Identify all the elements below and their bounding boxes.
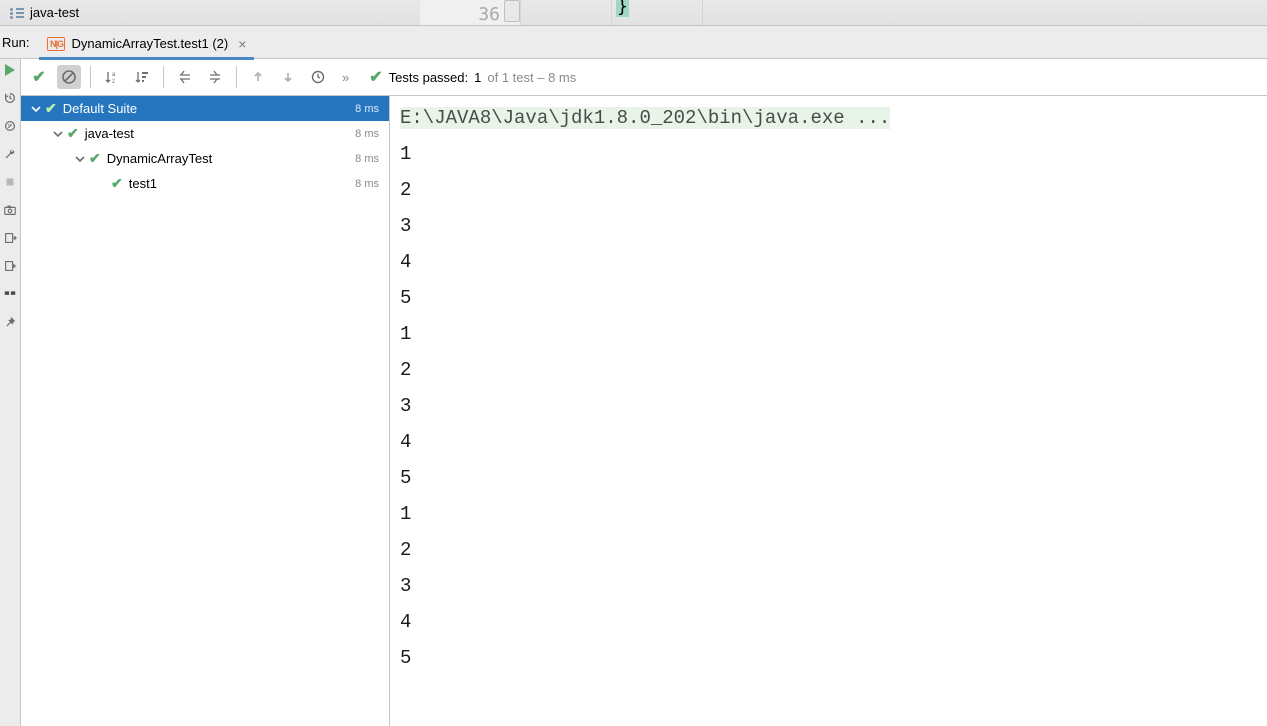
sort-duration-button[interactable] bbox=[130, 65, 154, 89]
show-passed-button[interactable]: ✔ bbox=[27, 65, 51, 89]
console-line: 2 bbox=[400, 172, 1257, 208]
project-tab-label: java-test bbox=[30, 5, 79, 20]
console-line: 4 bbox=[400, 244, 1257, 280]
console-line: 2 bbox=[400, 532, 1257, 568]
tree-node-time: 8 ms bbox=[355, 178, 379, 190]
run-tool-window: ✔ az » ✔ Tests passed: 1 of 1 test – 8 m… bbox=[0, 59, 1267, 726]
console-line: 5 bbox=[400, 280, 1257, 316]
console-line: 3 bbox=[400, 208, 1257, 244]
tree-node-time: 8 ms bbox=[355, 153, 379, 165]
test-tree[interactable]: ✔ Default Suite 8 ms ✔ java-test 8 ms ✔ Dynamic… bbox=[21, 96, 390, 726]
chevron-down-icon[interactable] bbox=[71, 154, 89, 164]
rerun-failed-icon[interactable] bbox=[3, 119, 17, 133]
module-icon bbox=[10, 7, 24, 19]
console-line: 1 bbox=[400, 316, 1257, 352]
svg-text:a: a bbox=[112, 72, 116, 78]
project-tab[interactable]: java-test bbox=[0, 0, 89, 25]
ide-test-run-panel: java-test 36 } Run: N|G DynamicArrayTest… bbox=[0, 0, 1267, 726]
tree-node-label: test1 bbox=[129, 176, 157, 191]
layout-icon[interactable] bbox=[3, 287, 17, 301]
run-config-label: DynamicArrayTest.test1 (2) bbox=[71, 36, 228, 51]
sort-alpha-button[interactable]: az bbox=[100, 65, 124, 89]
brace-highlight: } bbox=[616, 0, 629, 17]
console-line: 1 bbox=[400, 136, 1257, 172]
test-tree-row[interactable]: ✔ test1 8 ms bbox=[21, 171, 389, 196]
chevron-down-icon[interactable] bbox=[27, 104, 45, 114]
check-icon: ✔ bbox=[111, 175, 123, 192]
more-icon[interactable]: » bbox=[342, 70, 349, 85]
test-tree-row[interactable]: ✔ Default Suite 8 ms bbox=[21, 96, 389, 121]
close-icon[interactable]: × bbox=[238, 36, 246, 52]
stop-icon[interactable] bbox=[3, 175, 17, 189]
prev-test-button[interactable] bbox=[246, 65, 270, 89]
test-status: ✔ Tests passed: 1 of 1 test – 8 ms bbox=[369, 67, 576, 87]
fold-column bbox=[521, 0, 612, 25]
tree-node-time: 8 ms bbox=[355, 103, 379, 115]
tree-node-label: DynamicArrayTest bbox=[107, 151, 212, 166]
status-passed-count: 1 bbox=[474, 70, 481, 85]
test-tree-row[interactable]: ✔ java-test 8 ms bbox=[21, 121, 389, 146]
separator bbox=[163, 66, 164, 88]
run-main-area: ✔ az » ✔ Tests passed: 1 of 1 test – 8 m… bbox=[21, 59, 1267, 726]
fold-marker-icon[interactable] bbox=[504, 0, 520, 22]
console-line: 5 bbox=[400, 640, 1257, 676]
console-line: 2 bbox=[400, 352, 1257, 388]
expand-all-button[interactable] bbox=[173, 65, 197, 89]
status-passed-label: Tests passed: bbox=[389, 70, 469, 85]
chevron-down-icon[interactable] bbox=[49, 129, 67, 139]
code-cell: } bbox=[612, 0, 703, 25]
run-tab-bar: Run: N|G DynamicArrayTest.test1 (2) × bbox=[0, 26, 1267, 59]
run-side-toolbar bbox=[0, 59, 21, 726]
tree-node-label: Default Suite bbox=[63, 101, 137, 116]
console-line: 5 bbox=[400, 460, 1257, 496]
next-test-button[interactable] bbox=[276, 65, 300, 89]
test-tree-row[interactable]: ✔ DynamicArrayTest 8 ms bbox=[21, 146, 389, 171]
console-line: 3 bbox=[400, 388, 1257, 424]
show-ignored-button[interactable] bbox=[57, 65, 81, 89]
import-icon[interactable] bbox=[3, 259, 17, 273]
separator bbox=[236, 66, 237, 88]
testng-icon: N|G bbox=[47, 37, 65, 51]
console-line: 3 bbox=[400, 568, 1257, 604]
run-config-tab[interactable]: N|G DynamicArrayTest.test1 (2) × bbox=[39, 31, 254, 60]
test-toolbar: ✔ az » ✔ Tests passed: 1 of 1 test – 8 m… bbox=[21, 59, 1267, 96]
console-line: 4 bbox=[400, 604, 1257, 640]
pin-icon[interactable] bbox=[3, 315, 17, 329]
separator bbox=[90, 66, 91, 88]
check-icon: ✔ bbox=[89, 150, 101, 167]
camera-icon[interactable] bbox=[3, 203, 17, 217]
console-line: 1 bbox=[400, 496, 1257, 532]
history-icon[interactable] bbox=[3, 91, 17, 105]
console-command: E:\JAVA8\Java\jdk1.8.0_202\bin\java.exe … bbox=[400, 107, 890, 129]
check-icon: ✔ bbox=[67, 125, 79, 142]
check-icon: ✔ bbox=[369, 67, 382, 87]
editor-gutter-fragment: 36 } bbox=[420, 0, 703, 25]
collapse-all-button[interactable] bbox=[203, 65, 227, 89]
export-icon[interactable] bbox=[3, 231, 17, 245]
status-of-part: of 1 test – 8 ms bbox=[487, 70, 576, 85]
check-icon: ✔ bbox=[45, 100, 57, 117]
svg-text:z: z bbox=[112, 79, 115, 85]
test-history-button[interactable] bbox=[306, 65, 330, 89]
run-label: Run: bbox=[2, 35, 29, 50]
editor-tab-strip: java-test 36 } bbox=[0, 0, 1267, 26]
console-output[interactable]: E:\JAVA8\Java\jdk1.8.0_202\bin\java.exe … bbox=[390, 96, 1267, 726]
rerun-icon[interactable] bbox=[3, 63, 17, 77]
tree-node-time: 8 ms bbox=[355, 128, 379, 140]
console-line: 4 bbox=[400, 424, 1257, 460]
test-content: ✔ Default Suite 8 ms ✔ java-test 8 ms ✔ Dynamic… bbox=[21, 96, 1267, 726]
wrench-icon[interactable] bbox=[3, 147, 17, 161]
tree-node-label: java-test bbox=[85, 126, 134, 141]
